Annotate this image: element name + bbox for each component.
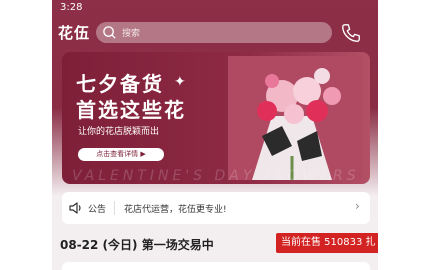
content-card	[62, 262, 370, 270]
speaker-icon	[69, 202, 81, 214]
notice-divider	[114, 201, 115, 215]
banner-watermark: VALENTINE'S DAY FLOWERS	[72, 168, 360, 184]
status-time: 3:28	[60, 2, 83, 13]
chevron-right-icon: ›	[355, 199, 360, 213]
promo-banner[interactable]: 七夕备货 ✦ 首选这些花 让你的花店脱颖而出 点击查看详情 ▶ VALENTIN…	[62, 52, 370, 184]
search-placeholder: 搜索	[122, 29, 141, 39]
banner-title-line2: 首选这些花	[76, 98, 186, 122]
trade-session-title: 08-22 (今日) 第一场交易中	[60, 238, 214, 252]
app-logo: 花伍	[58, 24, 91, 42]
banner-title-line1: 七夕备货	[76, 72, 164, 96]
banner-details-button[interactable]: 点击查看详情 ▶	[78, 148, 164, 161]
app-screen: 3:28 花伍 搜索 七夕备货 ✦ 首选这些花 让你的花店脱颖而出 点击查看详情…	[52, 0, 378, 270]
search-icon	[103, 26, 116, 39]
header: 3:28 花伍 搜索 七夕备货 ✦ 首选这些花 让你的花店脱颖而出 点击查看详情…	[52, 0, 378, 196]
sparkle-icon: ✦	[174, 74, 186, 90]
notice-text: 花店代运营，花伍更专业!	[124, 205, 227, 215]
search-bar[interactable]: 搜索	[96, 22, 332, 43]
on-sale-badge: 当前在售 510833 扎	[276, 233, 378, 253]
notice-label: 公告	[88, 205, 107, 215]
banner-subtitle: 让你的花店脱颖而出	[78, 127, 160, 137]
bouquet-image	[228, 56, 362, 180]
phone-icon[interactable]	[340, 22, 362, 44]
notice-bar[interactable]: 公告 花店代运营，花伍更专业! ›	[62, 192, 370, 224]
